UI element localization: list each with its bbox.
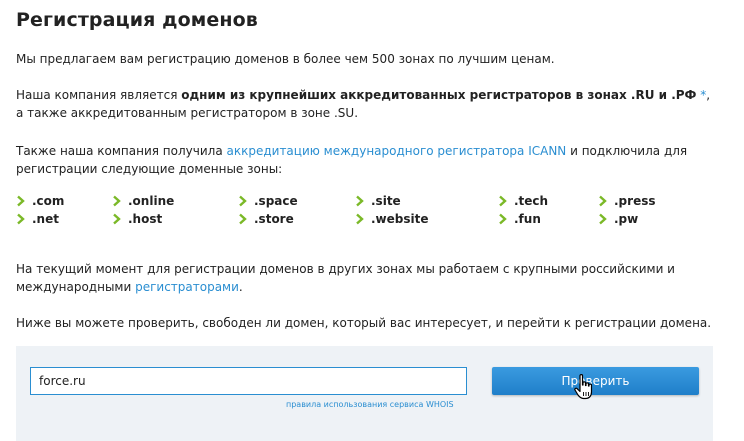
icann-paragraph: Также наша компания получила аккредитаци… (16, 142, 716, 178)
zone-item: .fun (498, 210, 541, 228)
check-instruction-paragraph: Ниже вы можете проверить, свободен ли до… (16, 316, 712, 330)
zone-label: .online (128, 194, 175, 208)
accreditation-highlight: одним из крупнейших аккредитованных реги… (181, 88, 697, 102)
chevron-right-icon (112, 213, 122, 225)
zone-item: .pw (598, 210, 638, 228)
zone-item: .net (16, 210, 59, 228)
zone-label: .pw (614, 212, 639, 226)
zone-label: .press (614, 194, 656, 208)
chevron-right-icon (498, 195, 508, 207)
chevron-right-icon (598, 213, 608, 225)
zone-item: .com (16, 192, 64, 210)
domain-registration-page: Регистрация доменов Мы предлагаем вам ре… (16, 0, 728, 441)
check-domain-button[interactable]: Проверить (492, 367, 699, 395)
zone-item: .press (598, 192, 656, 210)
chevron-right-icon (498, 213, 508, 225)
chevron-right-icon (355, 213, 365, 225)
zone-item: .tech (498, 192, 548, 210)
zone-label: .tech (514, 194, 549, 208)
whois-rules-link[interactable]: правила использования сервиса WHOIS (286, 400, 454, 409)
icann-text-start: Также наша компания получила (16, 144, 227, 158)
chevron-right-icon (16, 195, 26, 207)
zone-label: .host (128, 212, 163, 226)
domain-check-panel: правила использования сервиса WHOIS Пров… (16, 346, 713, 441)
footnote-star-link[interactable]: * (696, 88, 706, 102)
accreditation-paragraph: Наша компания является одним из крупнейш… (16, 86, 716, 122)
zone-item: .online (112, 192, 174, 210)
chevron-right-icon (16, 213, 26, 225)
zone-item: .site (355, 192, 401, 210)
zones-grid: .com .net .online .host .space .store .s… (16, 192, 728, 232)
zone-item: .store (238, 210, 294, 228)
intro-paragraph: Мы предлагаем вам регистрацию доменов в … (16, 52, 555, 66)
zone-label: .net (32, 212, 59, 226)
registrars-link[interactable]: регистраторами (135, 280, 239, 294)
chevron-right-icon (238, 213, 248, 225)
chevron-right-icon (598, 195, 608, 207)
chevron-right-icon (238, 195, 248, 207)
accreditation-text-start: Наша компания является (16, 88, 182, 102)
zone-label: .site (371, 194, 401, 208)
other-zones-paragraph: На текущий момент для регистрации домено… (16, 260, 716, 296)
zone-item: .website (355, 210, 429, 228)
other-zones-text-end: . (238, 280, 243, 294)
domain-search-input[interactable] (30, 367, 467, 395)
zone-label: .website (371, 212, 429, 226)
zone-label: .store (254, 212, 294, 226)
other-zones-text-start: На текущий момент для регистрации домено… (16, 262, 675, 294)
page-title: Регистрация доменов (16, 9, 258, 31)
chevron-right-icon (355, 195, 365, 207)
chevron-right-icon (112, 195, 122, 207)
zone-label: .com (32, 194, 65, 208)
zone-item: .space (238, 192, 298, 210)
zone-label: .space (254, 194, 298, 208)
zone-item: .host (112, 210, 162, 228)
icann-accreditation-link[interactable]: аккредитацию международного регистратора… (227, 144, 567, 158)
zone-label: .fun (514, 212, 541, 226)
